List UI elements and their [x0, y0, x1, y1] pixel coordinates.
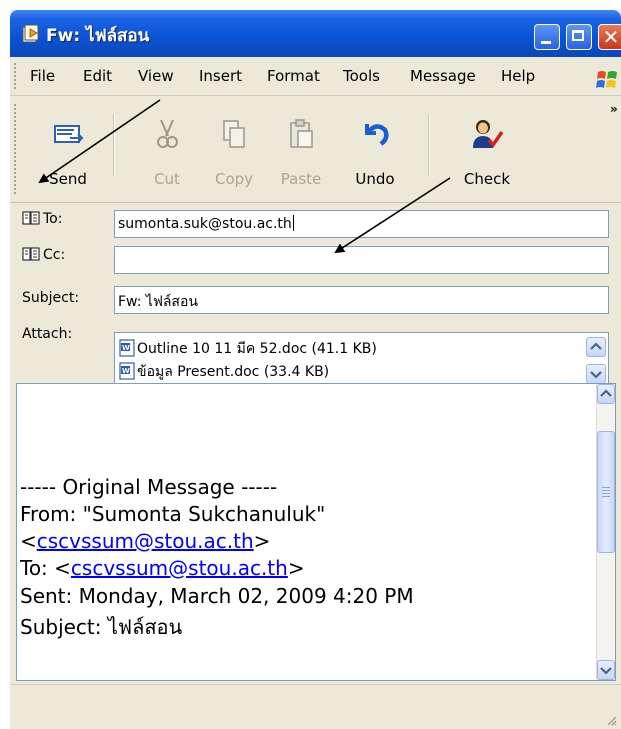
menu-view[interactable]: View: [138, 67, 174, 85]
from-email-link[interactable]: cscvssum@stou.ac.th: [37, 529, 254, 553]
thumb-grip: [602, 496, 610, 497]
to-field[interactable]: sumonta.suk@stou.ac.th: [114, 210, 609, 238]
attachment-name: Outline 10 11 มีค 52.doc (41.1 KB): [137, 341, 377, 357]
thumb-grip: [602, 487, 610, 488]
attach-label: Attach:: [22, 326, 73, 342]
svg-text:W: W: [122, 367, 130, 375]
chevron-down-icon: [590, 371, 602, 379]
menu-help[interactable]: Help: [501, 67, 535, 85]
attachments-scroll-up-button[interactable]: [586, 337, 606, 357]
send-button[interactable]: Send: [34, 100, 102, 192]
attachment-name: ข้อมูล Present.doc (33.4 KB): [137, 364, 330, 380]
cc-label: Cc:: [43, 247, 66, 263]
forward-mail-icon: [22, 24, 39, 43]
maximize-icon: [572, 30, 584, 41]
undo-button[interactable]: Undo: [341, 100, 409, 192]
sent-line: Sent: Monday, March 02, 2009 4:20 PM: [20, 584, 414, 608]
toolbar-overflow-chevron[interactable]: »: [610, 102, 618, 116]
svg-text:W: W: [122, 344, 130, 352]
window-title: Fw: ไฟล์สอน: [46, 26, 150, 46]
send-icon: [54, 125, 84, 143]
to-close: >: [287, 556, 305, 580]
from-close: >: [253, 529, 271, 553]
undo-label: Undo: [355, 170, 395, 188]
menu-edit[interactable]: Edit: [83, 67, 112, 85]
message-headers: To: sumonta.suk@stou.ac.th Cc: Subject: …: [10, 203, 621, 389]
scroll-down-button[interactable]: [597, 660, 615, 680]
message-body[interactable]: ----- Original Message ----- From: "Sumo…: [16, 383, 616, 681]
word-document-icon: W: [119, 362, 135, 380]
attachment-item[interactable]: W ข้อมูล Present.doc (33.4 KB): [119, 361, 329, 383]
thumb-grip: [602, 493, 610, 494]
close-button[interactable]: ✕: [598, 24, 621, 50]
copy-button[interactable]: Copy: [200, 100, 268, 192]
paste-icon: [290, 119, 313, 148]
undo-icon: [365, 124, 389, 146]
status-bar: [10, 684, 621, 729]
text-caret: [292, 215, 294, 231]
send-label: Send: [49, 170, 87, 188]
to-label: To:: [43, 211, 63, 227]
word-document-icon: W: [119, 339, 135, 357]
menu-file[interactable]: File: [30, 67, 55, 85]
to-line: To: <cscvssum@stou.ac.th>: [20, 556, 305, 580]
scroll-up-button[interactable]: [597, 384, 615, 404]
address-book-icon: [22, 211, 40, 225]
toolbar-grip[interactable]: [14, 104, 19, 194]
close-icon: ✕: [602, 25, 620, 49]
attachments-scroll-down-button[interactable]: [586, 364, 606, 384]
subject-line: Subject: ไฟล์สอน: [20, 615, 183, 639]
chevron-up-icon: [600, 389, 612, 397]
paste-label: Paste: [280, 170, 322, 188]
to-button[interactable]: To:: [22, 211, 62, 227]
menu-bar: File Edit View Insert Format Tools Messa…: [10, 57, 621, 96]
toolbar-separator: [113, 114, 115, 176]
address-book-icon: [22, 247, 40, 261]
minimize-icon: [541, 41, 551, 44]
copy-label: Copy: [214, 170, 254, 188]
cc-field[interactable]: [114, 246, 609, 274]
scroll-thumb[interactable]: [597, 431, 615, 553]
minimize-button[interactable]: [534, 24, 560, 50]
to-value: sumonta.suk@stou.ac.th: [118, 216, 292, 232]
toolbar-separator: [428, 114, 430, 176]
cc-button[interactable]: Cc:: [22, 247, 65, 263]
body-scrollbar[interactable]: [596, 384, 615, 680]
menu-tools[interactable]: Tools: [343, 67, 380, 85]
to-email-link[interactable]: cscvssum@stou.ac.th: [71, 556, 288, 580]
check-label: Check: [463, 170, 511, 188]
scissors-icon: [157, 119, 178, 148]
menu-grip[interactable]: [14, 63, 19, 89]
from-email-line: <cscvssum@stou.ac.th>: [20, 529, 270, 553]
subject-label: Subject:: [22, 290, 80, 306]
title-bar[interactable]: Fw: ไฟล์สอน ✕: [10, 10, 621, 57]
check-names-icon: [473, 120, 503, 148]
attachments-list[interactable]: W Outline 10 11 มีค 52.doc (41.1 KB) W ข…: [114, 332, 609, 389]
chevron-up-icon: [590, 342, 602, 350]
from-open: <: [20, 529, 37, 553]
toolbar: Send Cut Copy Paste Undo Check »: [10, 96, 621, 203]
subject-field[interactable]: Fw: ไฟล์สอน: [114, 286, 609, 314]
paste-button[interactable]: Paste: [267, 100, 335, 192]
chevron-down-icon: [600, 667, 612, 675]
attachment-item[interactable]: W Outline 10 11 มีค 52.doc (41.1 KB): [119, 338, 377, 360]
windows-logo-icon: [596, 71, 617, 88]
cut-label: Cut: [154, 170, 180, 188]
check-names-button[interactable]: Check: [453, 100, 521, 192]
menu-format[interactable]: Format: [267, 67, 320, 85]
thumb-grip: [602, 490, 610, 491]
copy-icon: [223, 120, 245, 148]
maximize-button[interactable]: [566, 24, 592, 50]
menu-message[interactable]: Message: [410, 67, 476, 85]
from-line: From: "Sumonta Sukchanuluk": [20, 502, 326, 526]
menu-insert[interactable]: Insert: [199, 67, 242, 85]
cut-button[interactable]: Cut: [133, 100, 201, 192]
to-prefix: To: <: [20, 556, 71, 580]
resize-grip-icon[interactable]: [605, 714, 617, 726]
compose-window: Fw: ไฟล์สอน ✕ File Edit View Insert Form…: [10, 10, 621, 729]
original-message-separator: ----- Original Message -----: [20, 475, 278, 499]
